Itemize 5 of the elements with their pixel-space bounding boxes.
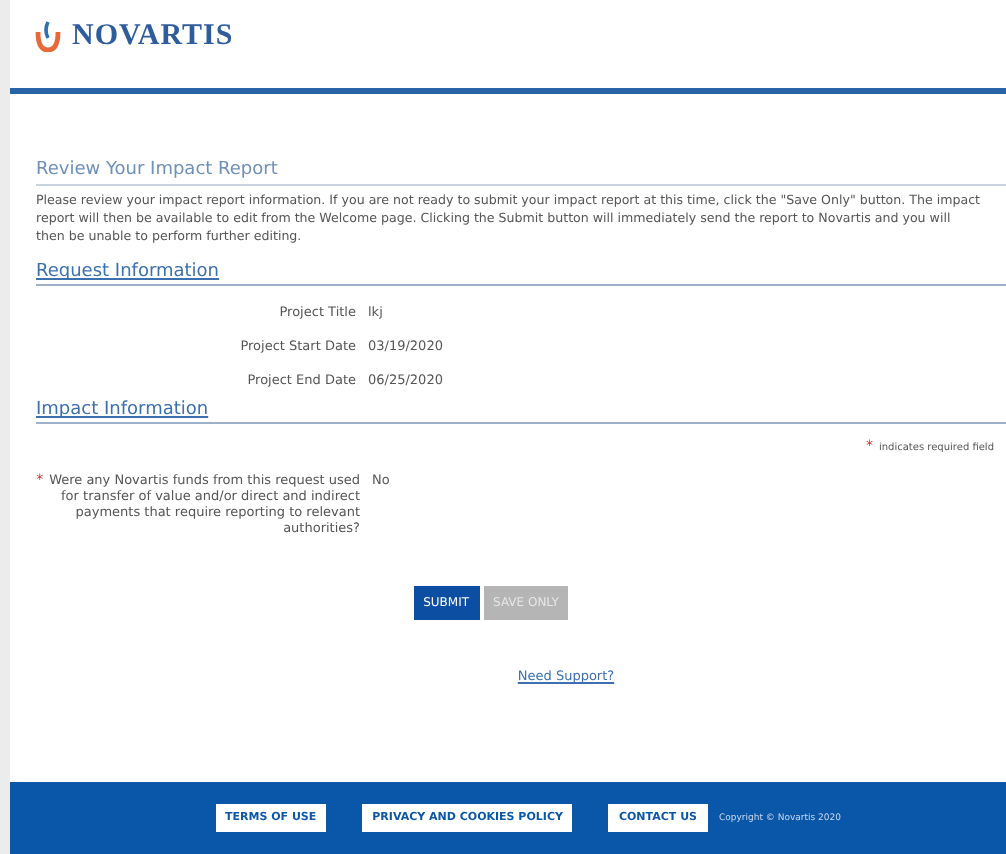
page-title: Review Your Impact Report bbox=[36, 160, 1006, 186]
logo-text: NOVARTIS bbox=[72, 19, 234, 53]
section-title: Request Information bbox=[36, 262, 1006, 287]
section-title: Impact Information bbox=[36, 400, 1006, 425]
flame-logo-icon bbox=[34, 20, 62, 52]
